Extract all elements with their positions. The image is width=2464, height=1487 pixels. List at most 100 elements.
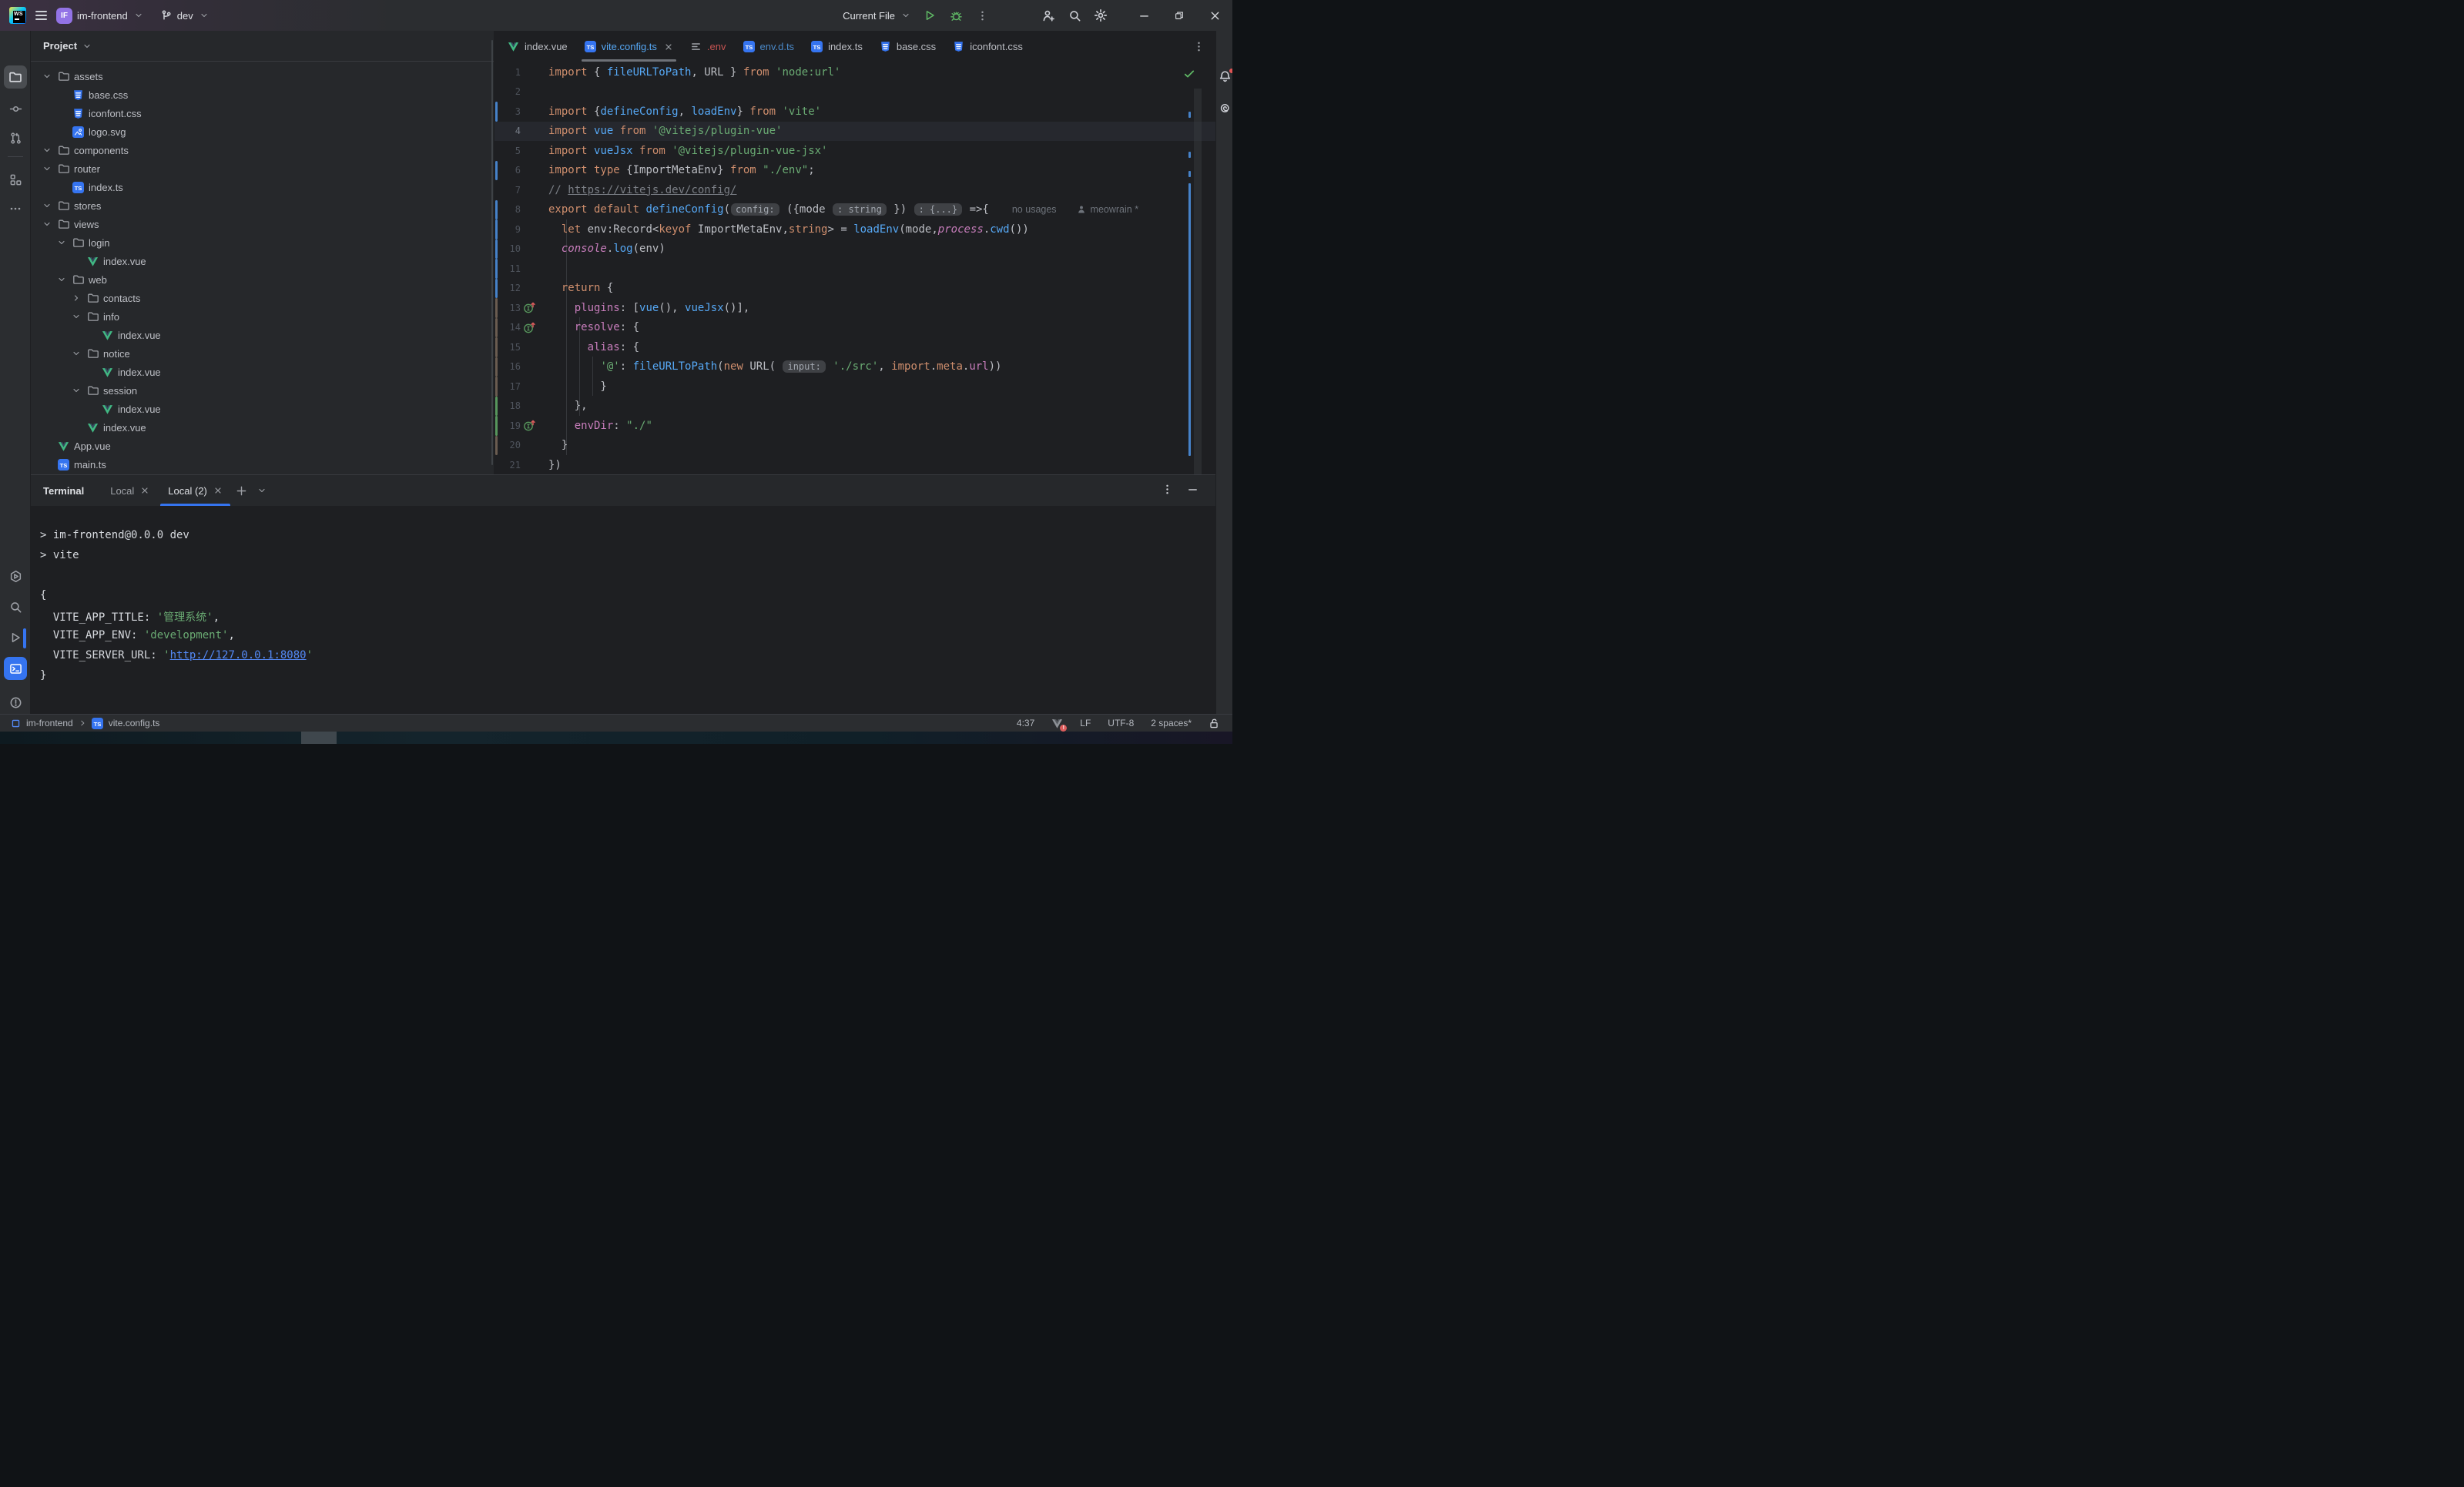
code-line-18[interactable]: 18 }, (494, 397, 1215, 417)
encoding-widget[interactable]: UTF-8 (1108, 718, 1134, 728)
tree-item-contacts[interactable]: contacts (31, 289, 494, 307)
chevron-down-icon[interactable] (40, 201, 53, 210)
chevron-down-icon[interactable] (40, 146, 53, 155)
debug-button[interactable] (943, 5, 969, 26)
code-line-7[interactable]: 7// https://vitejs.dev/config/ (494, 180, 1215, 200)
tree-item-main-ts[interactable]: TSmain.ts (31, 455, 494, 474)
caret-position-widget[interactable]: 4:37 (1017, 718, 1034, 728)
chevron-down-icon[interactable] (69, 386, 82, 395)
tree-item-index-vue[interactable]: index.vue (31, 363, 494, 381)
terminal-options-button[interactable] (1162, 484, 1173, 497)
code-line-11[interactable]: 11 (494, 259, 1215, 279)
tree-item-stores[interactable]: stores (31, 196, 494, 215)
code-line-20[interactable]: 20 } (494, 436, 1215, 456)
readonly-toggle[interactable] (1209, 718, 1220, 729)
terminal-session-dropdown[interactable] (252, 475, 272, 506)
ai-assistant-button[interactable] (1216, 96, 1232, 119)
tree-item-notice[interactable]: notice (31, 344, 494, 363)
terminal-tab-local-2-[interactable]: Local (2) (159, 475, 232, 506)
close-button[interactable] (1197, 0, 1232, 31)
tree-item-index-vue[interactable]: index.vue (31, 252, 494, 270)
gutter-commit-icon[interactable] (521, 320, 538, 335)
code-vision[interactable]: no usagesmeowrain * (1012, 204, 1138, 215)
chevron-down-icon[interactable] (55, 238, 68, 247)
tree-item-info[interactable]: info (31, 307, 494, 326)
code-line-2[interactable]: 2 (494, 82, 1215, 102)
toolwindow-terminal-button[interactable] (4, 657, 27, 680)
toolwindow-problems-button[interactable] (4, 691, 27, 714)
gutter-commit-icon[interactable] (521, 418, 538, 433)
toolwindow-project-button[interactable] (4, 65, 27, 89)
code-line-8[interactable]: 8export default defineConfig(config: ({m… (494, 200, 1215, 220)
line-separator-widget[interactable]: LF (1080, 718, 1091, 728)
chevron-down-icon[interactable] (40, 72, 53, 81)
code-with-me-button[interactable] (1035, 5, 1061, 26)
code-line-14[interactable]: 14 resolve: { (494, 318, 1215, 338)
tree-item-index-ts[interactable]: TSindex.ts (31, 178, 494, 196)
toolwindow-services-button[interactable] (4, 564, 27, 588)
vcs-widget[interactable]: dev (160, 9, 209, 22)
tree-item-index-vue[interactable]: index.vue (31, 326, 494, 344)
tab--env[interactable]: .env (682, 31, 735, 62)
close-icon[interactable] (213, 486, 223, 495)
terminal-hide-button[interactable] (1187, 484, 1198, 497)
code-line-12[interactable]: 12 return { (494, 279, 1215, 299)
tab-iconfont-css[interactable]: iconfont.css (944, 31, 1031, 62)
run-button[interactable] (917, 5, 943, 26)
toolwindow-structure-button[interactable] (4, 168, 27, 191)
tree-item-iconfont-css[interactable]: iconfont.css (31, 104, 494, 122)
close-icon[interactable] (140, 486, 149, 495)
tree-item-base-css[interactable]: base.css (31, 85, 494, 104)
new-terminal-session-button[interactable] (232, 475, 252, 506)
main-menu-button[interactable] (35, 8, 47, 22)
editor-scrollbar[interactable] (1194, 89, 1202, 474)
code-line-5[interactable]: 5import vueJsx from '@vitejs/plugin-vue-… (494, 141, 1215, 161)
more-toolwindows-button[interactable] (4, 197, 27, 220)
minimize-button[interactable] (1126, 0, 1162, 31)
chevron-down-icon[interactable] (55, 275, 68, 284)
code-line-4[interactable]: 4import vue from '@vitejs/plugin-vue' (494, 122, 1215, 142)
breadcrumb-project[interactable]: im-frontend (26, 718, 73, 728)
tree-item-login[interactable]: login (31, 233, 494, 252)
tree-item-assets[interactable]: assets (31, 67, 494, 85)
tab-env-d-ts[interactable]: TSenv.d.ts (735, 31, 803, 62)
search-everywhere-button[interactable] (1061, 5, 1088, 26)
tree-item-logo-svg[interactable]: logo.svg (31, 122, 494, 141)
tab-base-css[interactable]: base.css (871, 31, 944, 62)
terminal-output[interactable]: > im-frontend@0.0.0 dev> vite{ VITE_APP_… (31, 506, 1215, 689)
inspections-ok-icon[interactable] (1183, 68, 1195, 80)
code-line-10[interactable]: 10 console.log(env) (494, 239, 1215, 260)
settings-button[interactable] (1088, 5, 1114, 26)
tab-vite-config-ts[interactable]: TSvite.config.ts (576, 31, 682, 62)
code-line-19[interactable]: 19 envDir: "./" (494, 416, 1215, 436)
tree-item-index-vue[interactable]: index.vue (31, 418, 494, 437)
vue-status-widget[interactable]: ! (1051, 718, 1063, 729)
tab-index-vue[interactable]: index.vue (499, 31, 576, 62)
code-line-9[interactable]: 9 let env:Record<keyof ImportMetaEnv,str… (494, 219, 1215, 239)
close-icon[interactable] (664, 42, 673, 52)
code-line-3[interactable]: 3import {defineConfig, loadEnv} from 'vi… (494, 102, 1215, 122)
code-editor[interactable]: 1import { fileURLToPath, URL } from 'nod… (494, 62, 1215, 474)
more-actions-button[interactable] (969, 5, 995, 26)
code-line-13[interactable]: 13 plugins: [vue(), vueJsx()], (494, 298, 1215, 318)
tree-scrollbar[interactable] (491, 40, 493, 465)
chevron-right-icon[interactable] (69, 293, 82, 303)
indent-widget[interactable]: 2 spaces* (1151, 718, 1192, 728)
code-line-16[interactable]: 16 '@': fileURLToPath(new URL( input: '.… (494, 357, 1215, 377)
chevron-down-icon[interactable] (69, 312, 82, 321)
chevron-down-icon[interactable] (40, 219, 53, 229)
terminal-tab-local[interactable]: Local (101, 475, 159, 506)
notifications-button[interactable] (1216, 66, 1232, 89)
gutter-commit-icon[interactable] (521, 300, 538, 315)
chevron-down-icon[interactable] (69, 349, 82, 358)
project-panel-header[interactable]: Project (31, 31, 494, 62)
toolwindow-find-button[interactable] (4, 595, 27, 618)
run-configuration-selector[interactable]: Current File (843, 10, 910, 22)
tree-item-index-vue[interactable]: index.vue (31, 400, 494, 418)
toolwindow-commit-button[interactable] (4, 97, 27, 120)
tree-item-router[interactable]: router (31, 159, 494, 178)
toolwindow-pull-requests-button[interactable] (4, 126, 27, 149)
restore-button[interactable] (1162, 0, 1197, 31)
tab-index-ts[interactable]: TSindex.ts (803, 31, 871, 62)
tree-item-app-vue[interactable]: App.vue (31, 437, 494, 455)
